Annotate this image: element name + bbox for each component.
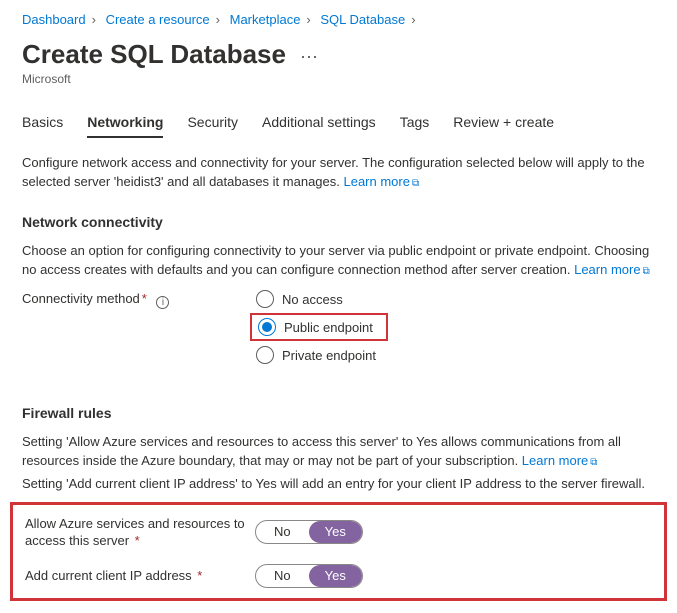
add-client-ip-label: Add current client IP address * bbox=[25, 567, 255, 585]
section-title-firewall: Firewall rules bbox=[22, 405, 655, 421]
allow-azure-services-toggle[interactable]: No Yes bbox=[255, 520, 363, 544]
breadcrumb-item[interactable]: Create a resource bbox=[106, 12, 210, 27]
link-label: Learn more bbox=[574, 262, 640, 277]
network-description: Choose an option for configuring connect… bbox=[22, 242, 655, 280]
firewall-desc-1: Setting 'Allow Azure services and resour… bbox=[22, 433, 655, 471]
required-indicator: * bbox=[194, 568, 203, 583]
link-label: Learn more bbox=[522, 453, 588, 468]
tab-review-create[interactable]: Review + create bbox=[453, 114, 554, 138]
external-link-icon: ⧉ bbox=[412, 178, 419, 189]
breadcrumb-item[interactable]: Marketplace bbox=[230, 12, 301, 27]
tab-tags[interactable]: Tags bbox=[400, 114, 430, 138]
intro-text-body: Configure network access and connectivit… bbox=[22, 155, 645, 189]
tabs: Basics Networking Security Additional se… bbox=[22, 114, 655, 138]
toggle-yes[interactable]: Yes bbox=[309, 565, 362, 587]
required-indicator: * bbox=[131, 533, 140, 548]
tab-basics[interactable]: Basics bbox=[22, 114, 63, 138]
external-link-icon: ⧉ bbox=[643, 266, 650, 277]
radio-public-endpoint[interactable]: Public endpoint bbox=[254, 317, 377, 337]
radio-label: Private endpoint bbox=[282, 348, 376, 363]
tab-additional-settings[interactable]: Additional settings bbox=[262, 114, 376, 138]
chevron-right-icon: › bbox=[411, 12, 415, 27]
add-client-ip-toggle[interactable]: No Yes bbox=[255, 564, 363, 588]
field-label-text: Add current client IP address bbox=[25, 568, 192, 583]
connectivity-method-radiogroup: No access Public endpoint Private endpoi… bbox=[252, 289, 380, 365]
breadcrumb: Dashboard › Create a resource › Marketplac… bbox=[22, 12, 655, 27]
link-label: Learn more bbox=[343, 174, 409, 189]
radio-label: No access bbox=[282, 292, 343, 307]
connectivity-method-label: Connectivity method* i bbox=[22, 289, 252, 309]
intro-text: Configure network access and connectivit… bbox=[22, 154, 655, 192]
radio-private-endpoint[interactable]: Private endpoint bbox=[252, 345, 380, 365]
field-label-text: Connectivity method bbox=[22, 291, 140, 306]
required-indicator: * bbox=[142, 291, 147, 306]
toggle-yes[interactable]: Yes bbox=[309, 521, 362, 543]
learn-more-link[interactable]: Learn more⧉ bbox=[343, 174, 419, 189]
radio-no-access[interactable]: No access bbox=[252, 289, 380, 309]
tab-networking[interactable]: Networking bbox=[87, 114, 163, 138]
learn-more-link[interactable]: Learn more⧉ bbox=[522, 453, 598, 468]
chevron-right-icon: › bbox=[92, 12, 96, 27]
highlight-annotation: Allow Azure services and resources to ac… bbox=[10, 502, 667, 601]
external-link-icon: ⧉ bbox=[590, 457, 597, 468]
toggle-no[interactable]: No bbox=[256, 521, 309, 543]
info-icon[interactable]: i bbox=[156, 296, 169, 309]
page-subtitle: Microsoft bbox=[22, 72, 655, 86]
chevron-right-icon: › bbox=[216, 12, 220, 27]
radio-icon bbox=[256, 290, 274, 308]
chevron-right-icon: › bbox=[306, 12, 310, 27]
tab-security[interactable]: Security bbox=[187, 114, 238, 138]
page-title: Create SQL Database bbox=[22, 39, 286, 70]
more-actions-button[interactable]: ⋯ bbox=[300, 47, 319, 68]
radio-icon bbox=[256, 346, 274, 364]
radio-icon bbox=[258, 318, 276, 336]
breadcrumb-item[interactable]: SQL Database bbox=[320, 12, 405, 27]
highlight-annotation: Public endpoint bbox=[250, 313, 388, 341]
firewall-desc-2: Setting 'Add current client IP address' … bbox=[22, 475, 655, 494]
network-desc-body: Choose an option for configuring connect… bbox=[22, 243, 649, 277]
toggle-no[interactable]: No bbox=[256, 565, 309, 587]
radio-label: Public endpoint bbox=[284, 320, 373, 335]
breadcrumb-item[interactable]: Dashboard bbox=[22, 12, 86, 27]
section-title-network: Network connectivity bbox=[22, 214, 655, 230]
learn-more-link[interactable]: Learn more⧉ bbox=[574, 262, 650, 277]
allow-azure-services-label: Allow Azure services and resources to ac… bbox=[25, 515, 255, 550]
